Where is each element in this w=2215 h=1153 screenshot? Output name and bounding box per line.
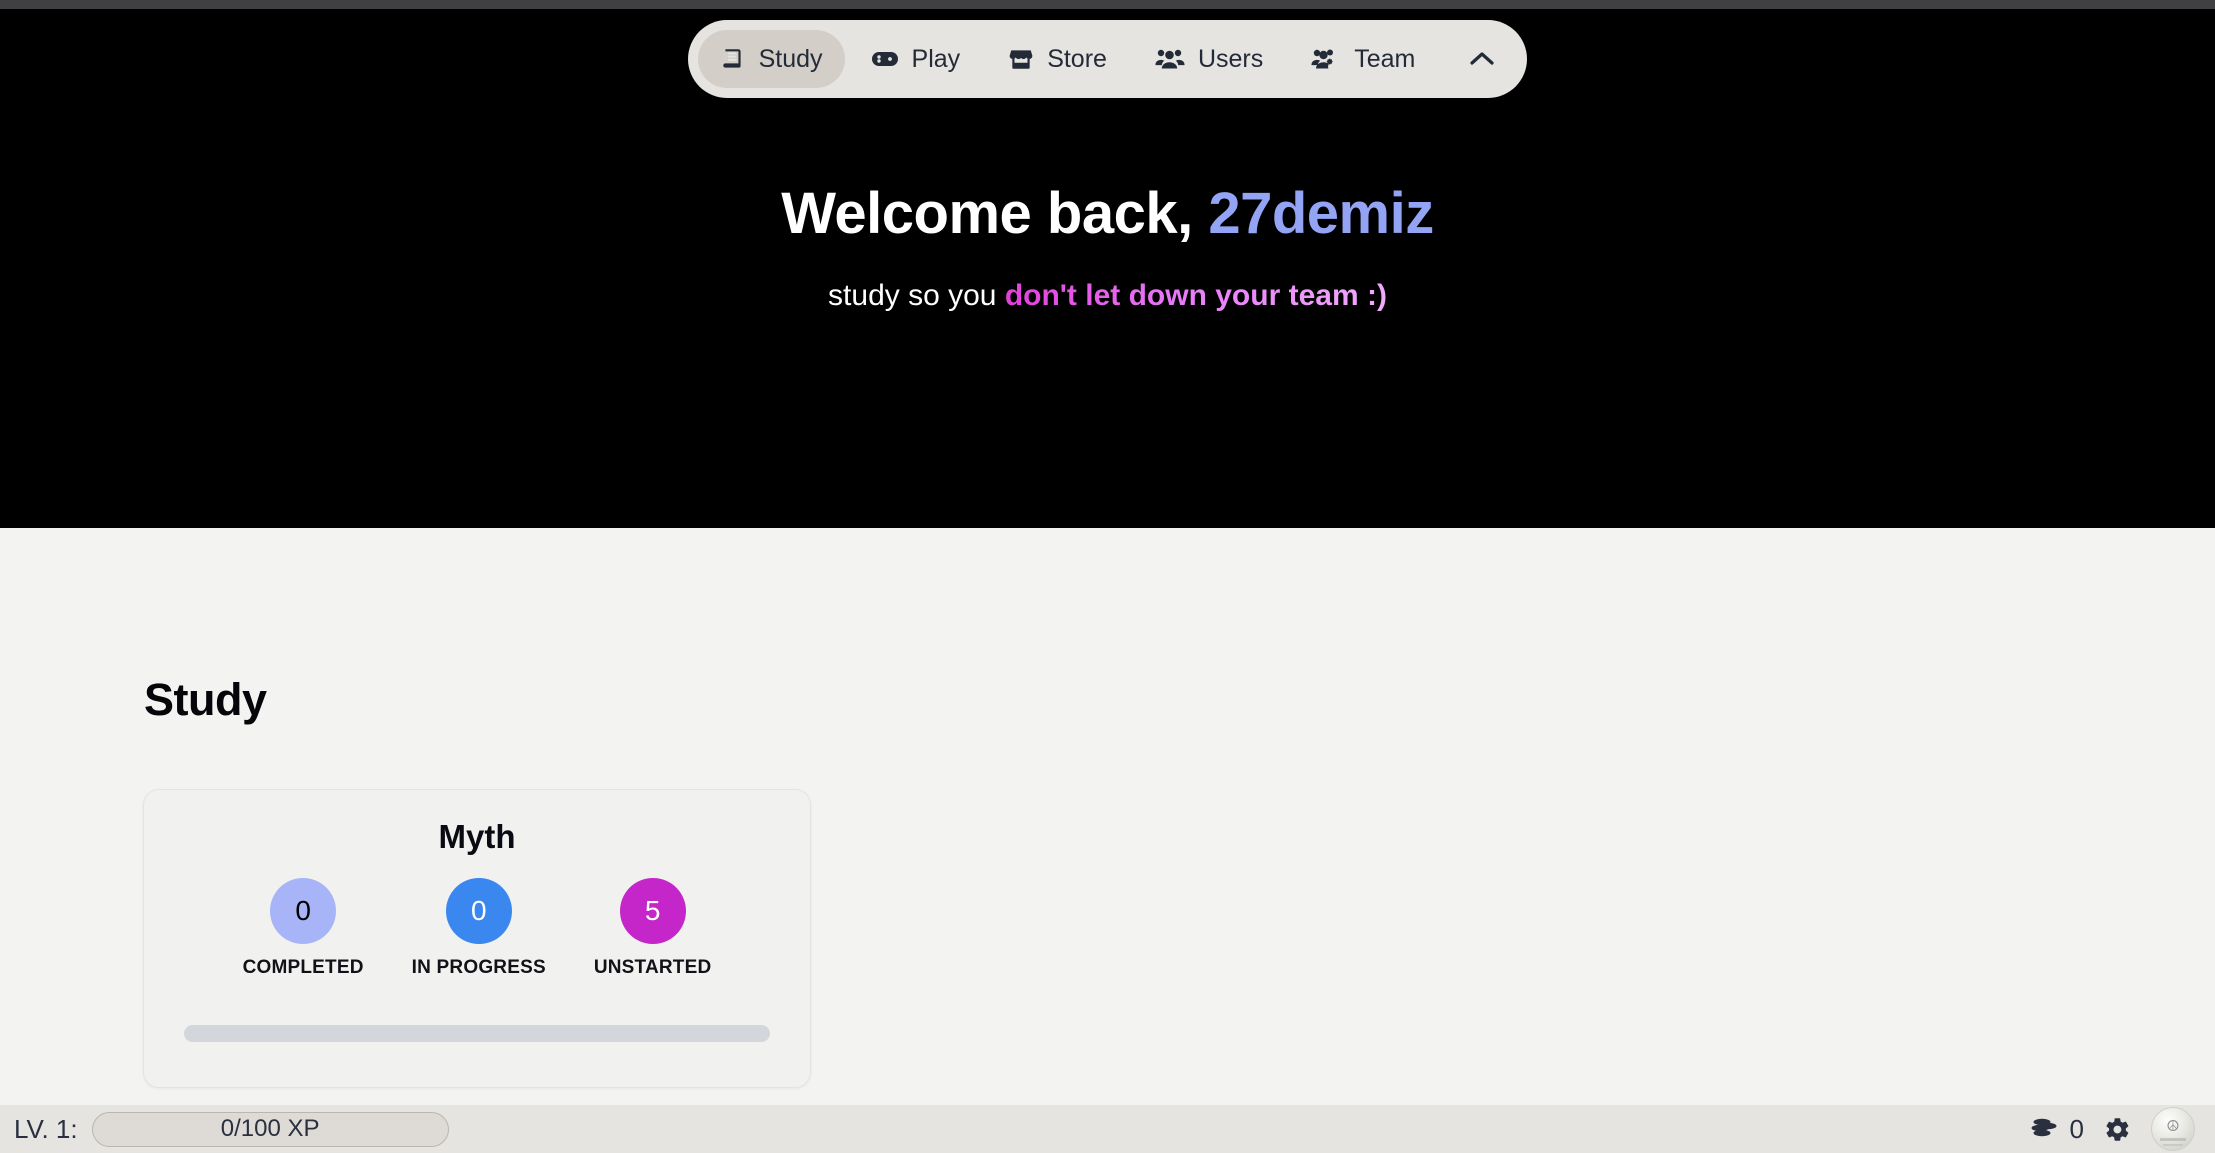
users-cog-icon xyxy=(1311,46,1341,72)
avatar-detail-bar-2 xyxy=(2163,1144,2183,1146)
nav-pill: Study Play Store Users Team xyxy=(687,20,1528,98)
nav-item-team[interactable]: Team xyxy=(1289,30,1437,88)
welcome-heading: Welcome back, 27demiz xyxy=(0,180,2215,247)
xp-text: 0/100 XP xyxy=(220,1115,320,1142)
coins-display[interactable]: 0 xyxy=(2029,1114,2084,1145)
hero-text-block: Welcome back, 27demiz study so you don't… xyxy=(0,180,2215,313)
hero-subtitle: study so you don't let down your team :) xyxy=(0,279,2215,313)
nav-item-store[interactable]: Store xyxy=(986,30,1129,88)
users-icon xyxy=(1155,46,1185,72)
study-subject-card[interactable]: Myth 0 COMPLETED 0 IN PROGRESS 5 UNSTART… xyxy=(143,789,811,1088)
nav-item-study[interactable]: Study xyxy=(697,30,845,88)
subtitle-accent: don't let down your team :) xyxy=(1004,279,1387,312)
card-title: Myth xyxy=(438,818,516,855)
nav-item-label: Study xyxy=(758,44,823,73)
stat-completed[interactable]: 0 COMPLETED xyxy=(243,878,364,979)
window-top-strip xyxy=(0,0,2215,9)
nav-item-label: Store xyxy=(1047,44,1107,73)
stat-label: COMPLETED xyxy=(242,957,364,978)
chevron-up-icon xyxy=(1467,49,1497,69)
coins-count: 0 xyxy=(2069,1113,2084,1144)
store-icon xyxy=(1008,46,1034,72)
nav-collapse-button[interactable] xyxy=(1451,30,1513,88)
status-bar-right: 0 ☮ xyxy=(2029,1107,2201,1151)
nav-item-label: Users xyxy=(1197,44,1264,73)
username-text: 27demiz xyxy=(1208,181,1434,246)
gear-icon[interactable] xyxy=(2104,1116,2131,1143)
stat-label: UNSTARTED xyxy=(593,957,712,978)
book-icon xyxy=(720,46,746,72)
card-stats-row: 0 COMPLETED 0 IN PROGRESS 5 UNSTARTED xyxy=(144,878,810,979)
subtitle-plain: study so you xyxy=(828,279,1005,312)
main-navigation: Study Play Store Users Team xyxy=(0,20,2215,98)
status-bar: LV. 1: 0/100 XP 0 ☮ xyxy=(0,1105,2215,1153)
gamepad-icon xyxy=(871,46,899,72)
coins-icon xyxy=(2029,1116,2059,1142)
stat-bubble: 0 xyxy=(270,878,337,944)
xp-progress-pill[interactable]: 0/100 XP xyxy=(91,1111,449,1147)
nav-item-label: Team xyxy=(1354,44,1416,73)
stat-bubble: 0 xyxy=(445,878,512,944)
nav-item-play[interactable]: Play xyxy=(849,30,983,88)
welcome-greeting: Welcome back, xyxy=(781,181,1209,246)
stat-unstarted[interactable]: 5 UNSTARTED xyxy=(594,878,712,979)
nav-item-label: Play xyxy=(911,44,961,73)
stat-label: IN PROGRESS xyxy=(411,957,546,978)
stat-in-progress[interactable]: 0 IN PROGRESS xyxy=(412,878,546,979)
nav-item-users[interactable]: Users xyxy=(1133,30,1285,88)
stat-bubble: 5 xyxy=(619,878,686,944)
avatar-glyph: ☮ xyxy=(2166,1118,2180,1135)
card-progress-bar xyxy=(184,1025,770,1042)
avatar[interactable]: ☮ xyxy=(2151,1107,2195,1151)
avatar-detail-bar xyxy=(2160,1138,2186,1141)
page-title: Study xyxy=(144,674,267,725)
level-label: LV. 1: xyxy=(14,1113,78,1144)
